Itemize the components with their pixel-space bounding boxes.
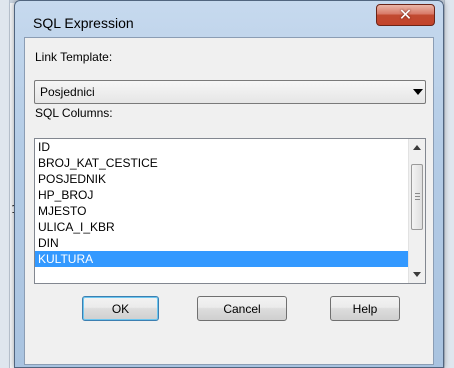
list-item-selected[interactable]: KULTURA xyxy=(35,251,408,267)
grip-icon xyxy=(415,199,420,200)
background-left-panel xyxy=(0,0,10,368)
scroll-down-arrow-icon[interactable] xyxy=(413,272,421,277)
background-right-panel xyxy=(444,0,454,368)
close-icon: ✕ xyxy=(398,5,413,24)
list-item[interactable]: ULICA_I_KBR xyxy=(35,219,408,235)
scrollbar-thumb[interactable] xyxy=(411,164,423,230)
chevron-down-icon[interactable] xyxy=(413,89,423,95)
list-item[interactable]: ID xyxy=(35,139,408,155)
sql-columns-list[interactable]: ID BROJ_KAT_CESTICE POSJEDNIK HP_BROJ MJ… xyxy=(34,138,426,284)
link-template-label: Link Template: xyxy=(35,50,113,64)
list-item[interactable]: HP_BROJ xyxy=(35,187,408,203)
title-bar[interactable]: SQL Expression ✕ xyxy=(15,1,443,37)
sql-columns-items: ID BROJ_KAT_CESTICE POSJEDNIK HP_BROJ MJ… xyxy=(35,139,408,283)
cancel-button[interactable]: Cancel xyxy=(197,296,287,321)
help-button[interactable]: Help xyxy=(330,296,400,321)
link-template-value: Posjednici xyxy=(40,85,95,99)
list-item[interactable]: BROJ_KAT_CESTICE xyxy=(35,155,408,171)
vertical-scrollbar[interactable] xyxy=(408,139,425,283)
sql-expression-dialog: SQL Expression ✕ Link Template: Posjedni… xyxy=(14,0,444,368)
dialog-client-area: Link Template: Posjednici SQL Columns: I… xyxy=(24,37,434,365)
list-item[interactable]: MJESTO xyxy=(35,203,408,219)
grip-icon xyxy=(415,193,420,194)
list-item[interactable]: POSJEDNIK xyxy=(35,171,408,187)
grip-icon xyxy=(415,196,420,197)
scroll-up-arrow-icon[interactable] xyxy=(413,145,421,150)
close-button[interactable]: ✕ xyxy=(376,4,435,26)
sql-columns-label: SQL Columns: xyxy=(35,106,113,120)
dialog-title: SQL Expression xyxy=(33,15,134,31)
link-template-dropdown[interactable]: Posjednici xyxy=(34,80,426,104)
list-item[interactable]: DIN xyxy=(35,235,408,251)
ok-button[interactable]: OK xyxy=(82,296,159,321)
